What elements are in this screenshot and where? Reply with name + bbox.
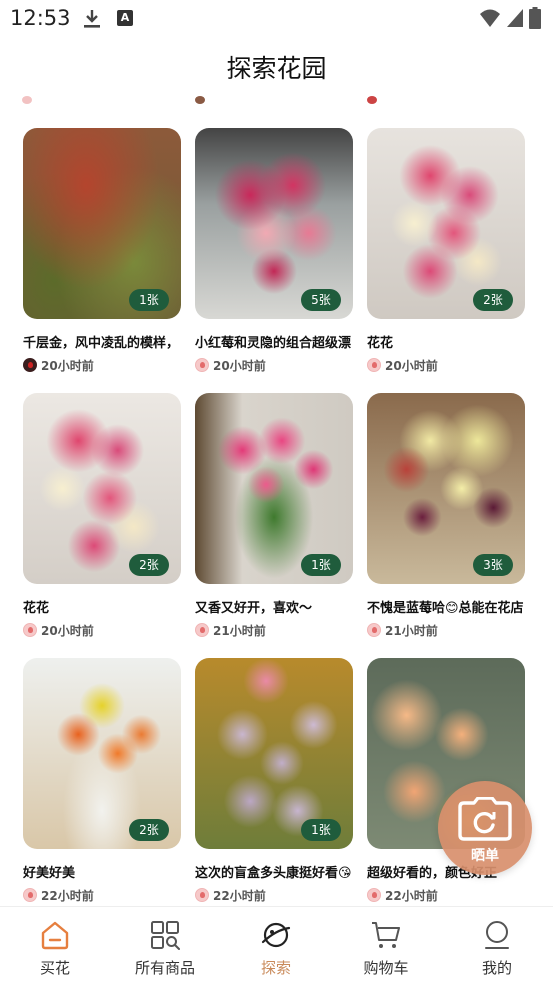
post-meta: 22小时前 xyxy=(367,887,438,903)
post-time: 22小时前 xyxy=(41,888,94,903)
tab-label: 买花 xyxy=(39,959,70,977)
grid-search-icon xyxy=(151,921,180,950)
status-time: 12:53 xyxy=(10,6,71,30)
avatar xyxy=(195,623,209,637)
share-post-button[interactable]: 晒单 xyxy=(438,781,532,875)
post-meta: 21小时前 xyxy=(195,622,266,638)
tab-label: 购物车 xyxy=(363,959,409,977)
post-title: 好美好美 xyxy=(23,866,76,881)
avatar xyxy=(195,358,209,372)
cart-icon xyxy=(372,922,400,948)
photo-count-badge: 5张 xyxy=(301,289,341,311)
photo-count-badge: 3张 xyxy=(473,554,513,576)
page-title: 探索花园 xyxy=(226,54,327,83)
tab-explore[interactable]: 探索 xyxy=(221,907,331,984)
post-title: 花花 xyxy=(367,336,394,351)
a-icon: A xyxy=(117,10,133,26)
avatar xyxy=(367,358,381,372)
tab-buy-flowers[interactable]: 买花 xyxy=(0,907,110,984)
post-photo[interactable]: 2张 xyxy=(23,658,181,849)
download-icon xyxy=(84,10,100,28)
post-meta: 22小时前 xyxy=(23,887,94,903)
post-title: 小红莓和灵隐的组合超级漂 xyxy=(195,336,352,351)
tab-all-products[interactable]: 所有商品 xyxy=(110,907,220,984)
post-title: 这次的盲盒多头康挺好看😘 xyxy=(195,866,352,881)
post-photo[interactable]: 3张 xyxy=(367,393,525,584)
post-photo[interactable]: 2张 xyxy=(23,393,181,584)
post-title: 千层金，风中凌乱的模样， xyxy=(23,336,180,351)
post-time: 22小时前 xyxy=(385,888,438,903)
avatar xyxy=(195,888,209,902)
post-time: 20小时前 xyxy=(41,358,94,373)
photo-count-badge: 2张 xyxy=(129,819,169,841)
post-meta: 21小时前 xyxy=(367,622,438,638)
photo-count-badge: 1张 xyxy=(301,819,341,841)
status-bar: 12:53 A xyxy=(0,0,553,38)
post-time: 21小时前 xyxy=(213,623,266,638)
post-title: 花花 xyxy=(23,601,50,616)
tab-label: 探索 xyxy=(260,959,291,977)
post-title: 又香又好开，喜欢～ xyxy=(195,601,313,616)
post-meta: 20小时前 xyxy=(367,357,438,373)
wifi-icon xyxy=(480,9,500,27)
page-header: 探索花园 xyxy=(0,38,553,100)
post-time: 20小时前 xyxy=(41,623,94,638)
post-photo[interactable]: 1张 xyxy=(195,393,353,584)
avatar xyxy=(367,888,381,902)
profile-icon xyxy=(485,921,509,949)
tab-label: 所有商品 xyxy=(134,959,195,977)
avatar xyxy=(23,623,37,637)
share-post-label: 晒单 xyxy=(471,848,499,864)
post-time: 22小时前 xyxy=(213,888,266,903)
post-title: 不愧是蓝莓哈😊总能在花店 xyxy=(367,601,524,616)
photo-count-badge: 2张 xyxy=(473,289,513,311)
home-icon xyxy=(41,921,69,950)
camera-icon xyxy=(458,797,512,841)
photo-count-badge: 1张 xyxy=(129,289,169,311)
tab-cart[interactable]: 购物车 xyxy=(331,907,441,984)
post-meta: 22小时前 xyxy=(195,887,266,903)
avatar xyxy=(23,358,37,372)
tab-label: 我的 xyxy=(481,959,512,977)
post-meta: 20小时前 xyxy=(23,357,94,373)
previous-row-peek xyxy=(0,96,553,106)
planet-icon xyxy=(261,922,291,948)
post-time: 20小时前 xyxy=(213,358,266,373)
bottom-tab-bar: 买花 所有商品 探索 购物车 我的 xyxy=(0,906,553,984)
photo-count-badge: 1张 xyxy=(301,554,341,576)
battery-icon xyxy=(529,7,541,29)
avatar xyxy=(23,888,37,902)
post-time: 20小时前 xyxy=(385,358,438,373)
photo-count-badge: 2张 xyxy=(129,554,169,576)
post-photo[interactable]: 1张 xyxy=(195,658,353,849)
post-meta: 20小时前 xyxy=(23,622,94,638)
post-photo[interactable]: 1张 xyxy=(23,128,181,319)
tab-profile[interactable]: 我的 xyxy=(442,907,552,984)
avatar xyxy=(367,623,381,637)
post-time: 21小时前 xyxy=(385,623,438,638)
signal-icon xyxy=(507,9,523,27)
post-photo[interactable]: 5张 xyxy=(195,128,353,319)
post-photo[interactable]: 2张 xyxy=(367,128,525,319)
post-meta: 20小时前 xyxy=(195,357,266,373)
